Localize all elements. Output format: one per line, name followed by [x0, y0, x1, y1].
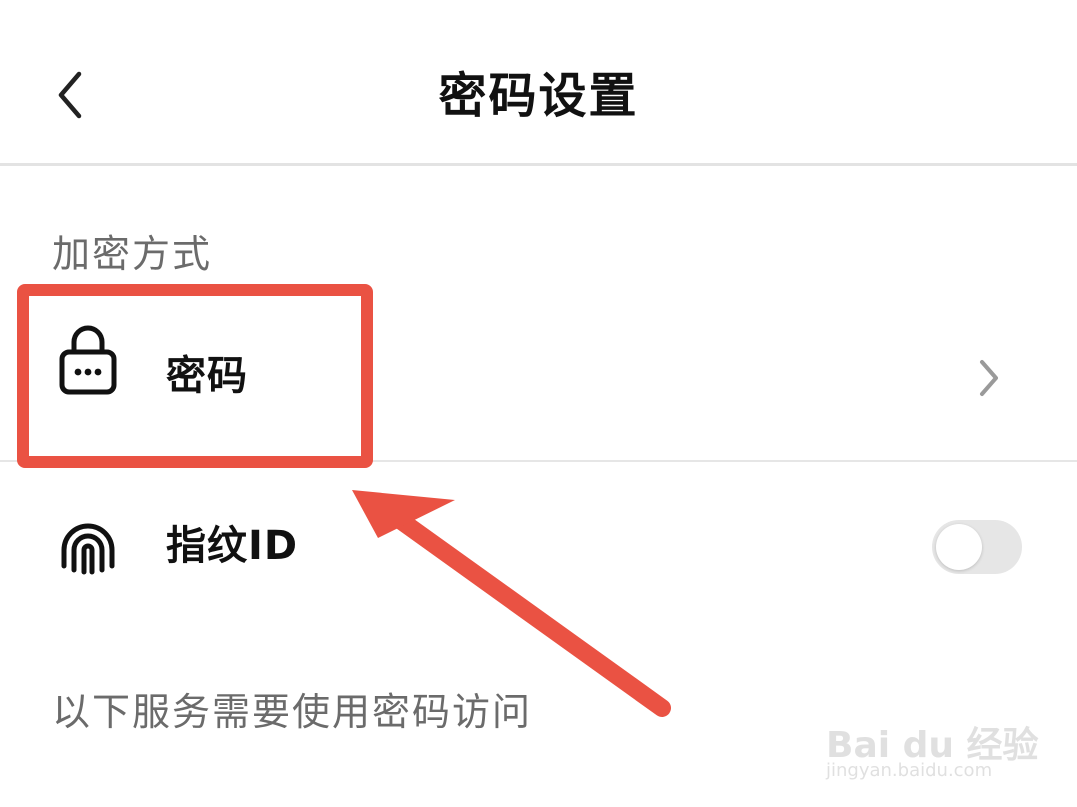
- footer-label: 以下服务需要使用密码访问: [52, 690, 533, 734]
- password-settings-screen: 密码设置 加密方式 密码 指纹ID 以下服务需要使用密码访问 Bai du 经验…: [0, 0, 1077, 807]
- baidu-watermark: Bai du 经验 jingyan.baidu.com: [826, 688, 1039, 788]
- fingerprint-icon: [56, 516, 120, 580]
- page-title: 密码设置: [438, 68, 639, 124]
- watermark-main-text: Bai du 经验: [826, 725, 1039, 766]
- password-row[interactable]: [0, 298, 1077, 458]
- fingerprint-toggle[interactable]: [932, 520, 1022, 574]
- section-label-encryption-method: 加密方式: [52, 232, 213, 276]
- header: 密码设置: [0, 0, 1077, 166]
- toggle-knob: [936, 524, 982, 570]
- lock-icon: [56, 314, 120, 395]
- row-divider: [0, 460, 1077, 462]
- watermark-sub-text: jingyan.baidu.com: [826, 760, 993, 781]
- fingerprint-row-label: 指纹ID: [166, 523, 299, 569]
- header-divider: [0, 163, 1077, 166]
- fingerprint-row: [0, 464, 1077, 624]
- password-row-label: 密码: [166, 353, 248, 399]
- chevron-right-icon: [980, 360, 998, 396]
